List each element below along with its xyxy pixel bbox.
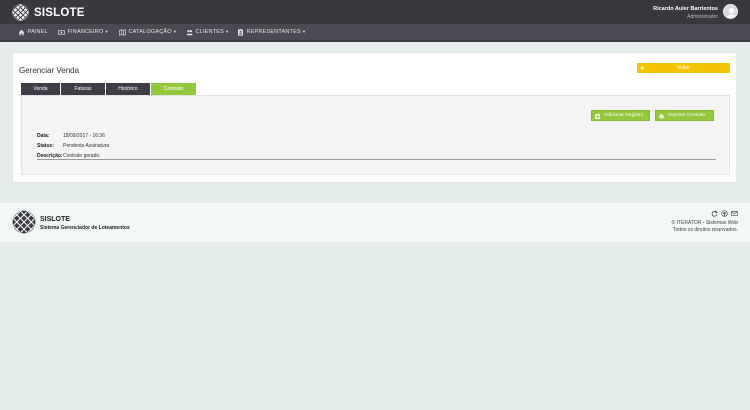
refresh-icon[interactable] <box>711 210 718 217</box>
top-bar: SISLOTE Ricardo Auler Barrientos Adminis… <box>0 0 750 24</box>
user-name: Ricardo Auler Barrientos <box>653 6 718 12</box>
mail-icon[interactable] <box>731 210 738 217</box>
info-row-status: Status: Pendente Assinatura <box>37 141 109 151</box>
main-panel: Gerenciar Venda Voltar Venda Faturas His… <box>12 52 737 183</box>
main-nav: PAINEL FINANCEIRO ▾ CATALOGAÇÃO ▾ CLIENT… <box>0 24 750 42</box>
chevron-down-icon: ▾ <box>105 29 108 34</box>
logo-icon <box>12 4 29 21</box>
user-avatar-icon <box>726 7 737 18</box>
add-record-button[interactable]: Adicionar Registro <box>591 110 650 121</box>
chevron-down-icon: ▾ <box>302 29 306 34</box>
user-role: Administrador <box>687 14 718 20</box>
contract-tab-content: Adicionar Registro Imprimir Contrato Dat… <box>21 95 730 175</box>
logo-icon <box>12 210 36 234</box>
nav-item-label: PAINEL <box>27 29 48 35</box>
info-value: 18/09/2017 - 16:36 <box>63 133 105 139</box>
footer-app-name: SISLOTE <box>40 216 70 223</box>
page-title: Gerenciar Venda <box>19 66 80 75</box>
github-icon[interactable] <box>721 210 728 217</box>
footer-icons <box>711 210 738 217</box>
back-button-label: Voltar <box>677 65 690 71</box>
chevron-down-icon: ▾ <box>226 29 229 34</box>
info-row-date: Data: 18/09/2017 - 16:36 <box>37 131 109 141</box>
home-icon <box>18 29 25 35</box>
nav-item-clientes[interactable]: CLIENTES ▾ <box>186 24 228 40</box>
nav-item-label: CATALOGAÇÃO <box>128 29 172 35</box>
rights-text: Todos os direitos reservados. <box>672 227 738 233</box>
tab-contrato[interactable]: Contrato <box>151 83 197 95</box>
print-contract-button[interactable]: Imprimir Contrato <box>655 110 714 121</box>
back-button[interactable]: Voltar <box>637 63 730 73</box>
info-label: Status: <box>37 143 54 149</box>
nav-item-label: CLIENTES <box>195 29 224 35</box>
user-info[interactable]: Ricardo Auler Barrientos Administrador <box>653 5 718 21</box>
app-logo[interactable]: SISLOTE <box>12 4 85 21</box>
app-name: SISLOTE <box>34 6 85 19</box>
contract-info: Data: 18/09/2017 - 16:36 Status: Pendent… <box>37 131 109 161</box>
copyright-text: © ITERATOR - Sistemas Web <box>671 220 738 226</box>
arrow-left-icon <box>640 66 645 70</box>
footer-copyright: © ITERATOR - Sistemas Web Todos os direi… <box>672 220 738 234</box>
tab-faturas[interactable]: Faturas <box>61 83 106 95</box>
nav-item-label: REPRESENTANTES <box>246 29 301 35</box>
info-value: Pendente Assinatura <box>63 143 110 149</box>
money-icon <box>58 29 65 35</box>
info-label: Data: <box>37 133 50 139</box>
map-icon <box>119 28 126 36</box>
plus-icon <box>595 113 600 119</box>
id-card-icon <box>238 28 243 36</box>
users-icon <box>186 29 193 35</box>
nav-item-financeiro[interactable]: FINANCEIRO ▾ <box>58 24 108 40</box>
footer-subtitle: Sistema Gerenciador de Loteamentos <box>40 225 130 231</box>
add-record-label: Adicionar Registro <box>604 113 644 118</box>
nav-item-catalogacao[interactable]: CATALOGAÇÃO ▾ <box>119 24 176 40</box>
nav-item-representantes[interactable]: REPRESENTANTES ▾ <box>237 24 305 40</box>
nav-item-label: FINANCEIRO <box>67 29 104 35</box>
tab-venda[interactable]: Venda <box>21 83 61 95</box>
tab-historico[interactable]: Histórico <box>106 83 151 95</box>
chevron-down-icon: ▾ <box>173 29 177 34</box>
avatar[interactable] <box>723 4 738 19</box>
divider <box>37 159 716 160</box>
nav-item-painel[interactable]: PAINEL <box>18 24 48 40</box>
print-icon <box>659 113 664 119</box>
footer: SISLOTE Sistema Gerenciador de Loteament… <box>0 203 750 242</box>
print-contract-label: Imprimir Contrato <box>668 113 706 118</box>
